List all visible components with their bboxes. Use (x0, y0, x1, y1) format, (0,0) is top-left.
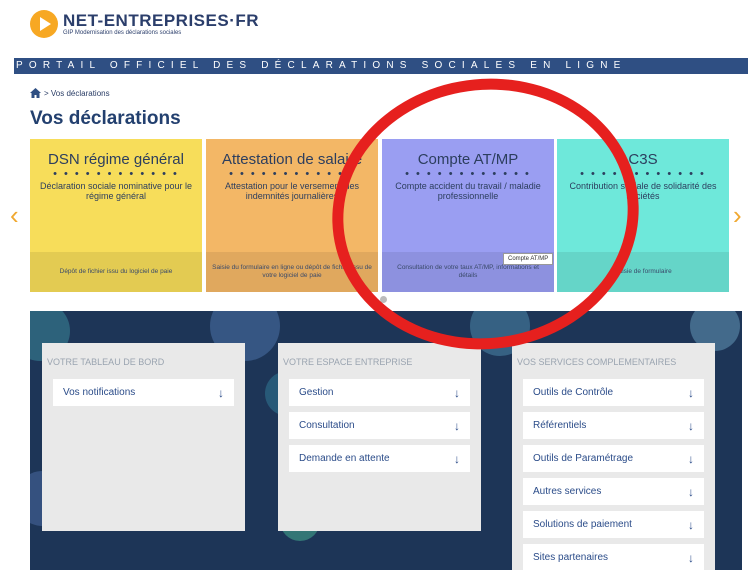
arrow-down-icon: ↓ (688, 385, 694, 400)
tile-dots: • • • • • • • • • • • • (405, 168, 531, 180)
site-logo[interactable]: NET-ENTREPRISES·FR GIP Modernisation des… (30, 10, 259, 38)
button-label: Consultation (299, 420, 355, 431)
arrow-down-icon: ↓ (688, 418, 694, 433)
logo-play-icon (30, 10, 58, 38)
parametrage-tools-button[interactable]: Outils de Paramétrage ↓ (523, 445, 704, 472)
panel-title: VOS SERVICES COMPLEMENTAIRES (517, 357, 677, 367)
tile-footer: Dépôt de fichier issu du logiciel de pai… (30, 252, 202, 292)
tile-title: Attestation de salaire (221, 151, 363, 168)
declaration-tile[interactable]: Compte AT/MP • • • • • • • • • • • • Compt… (382, 139, 554, 292)
tooltip: Compte AT/MP (503, 253, 554, 265)
arrow-down-icon: ↓ (454, 451, 460, 466)
panel-dashboard: VOTRE TABLEAU DE BORD Vos notifications … (42, 343, 245, 531)
arrow-down-icon: ↓ (688, 451, 694, 466)
logo-subtitle: GIP Modernisation des déclarations socia… (63, 29, 182, 36)
button-label: Gestion (299, 387, 334, 398)
tile-footer: Saisie de formulaire (557, 252, 729, 292)
tile-description: Déclaration sociale nominative pour le r… (39, 181, 193, 201)
dashboard-area: VOTRE TABLEAU DE BORD Vos notifications … (30, 311, 742, 570)
notifications-button[interactable]: Vos notifications ↓ (53, 379, 234, 406)
arrow-down-icon: ↓ (454, 418, 460, 433)
tile-description: Contribution sociale de solidarité des s… (569, 181, 717, 201)
tile-title: Compte AT/MP (417, 151, 519, 168)
tile-title: C3S (628, 151, 658, 168)
tile-dots: • • • • • • • • • • • • (580, 168, 706, 180)
tile-dots: • • • • • • • • • • • • (229, 168, 355, 180)
panel-entreprise: VOTRE ESPACE ENTREPRISE Gestion ↓ Consul… (278, 343, 481, 531)
gestion-button[interactable]: Gestion ↓ (289, 379, 470, 406)
carousel-dot[interactable] (366, 296, 373, 303)
declaration-tile[interactable]: Attestation de salaire • • • • • • • • • … (206, 139, 378, 292)
arrow-down-icon: ↓ (454, 385, 460, 400)
breadcrumb-text[interactable]: > Vos déclarations (44, 89, 110, 98)
page-title: Vos déclarations (30, 108, 181, 129)
carousel-indicators (366, 296, 394, 303)
carousel-dot[interactable] (380, 296, 387, 303)
button-label: Solutions de paiement (533, 519, 632, 530)
button-label: Vos notifications (63, 387, 136, 398)
portal-banner: PORTAIL OFFICIEL DES DÉCLARATIONS SOCIAL… (14, 58, 748, 74)
button-label: Autres services (533, 486, 602, 497)
logo-name: NET-ENTREPRISES·FR (63, 10, 260, 30)
panel-title: VOTRE TABLEAU DE BORD (47, 357, 165, 367)
tile-title: DSN régime général (48, 151, 184, 168)
button-label: Outils de Paramétrage (533, 453, 634, 464)
home-icon[interactable] (30, 88, 41, 98)
partner-sites-button[interactable]: Sites partenaires ↓ (523, 544, 704, 570)
button-label: Outils de Contrôle (533, 387, 614, 398)
tile-footer: Saisie du formulaire en ligne ou dépôt d… (206, 252, 378, 292)
button-label: Demande en attente (299, 453, 390, 464)
chevron-right-icon[interactable]: › (733, 200, 742, 231)
arrow-down-icon: ↓ (688, 550, 694, 565)
controle-tools-button[interactable]: Outils de Contrôle ↓ (523, 379, 704, 406)
referentiels-button[interactable]: Référentiels ↓ (523, 412, 704, 439)
payment-solutions-button[interactable]: Solutions de paiement ↓ (523, 511, 704, 538)
consultation-button[interactable]: Consultation ↓ (289, 412, 470, 439)
tile-description: Attestation pour le versement des indemn… (224, 181, 360, 201)
other-services-button[interactable]: Autres services ↓ (523, 478, 704, 505)
arrow-down-icon: ↓ (688, 484, 694, 499)
tile-description: Compte accident du travail / maladie pro… (395, 181, 541, 201)
panel-services: VOS SERVICES COMPLEMENTAIRES Outils de C… (512, 343, 715, 570)
tile-dots: • • • • • • • • • • • • (53, 168, 179, 180)
arrow-down-icon: ↓ (218, 385, 224, 400)
panel-title: VOTRE ESPACE ENTREPRISE (283, 357, 413, 367)
arrow-down-icon: ↓ (688, 517, 694, 532)
button-label: Référentiels (533, 420, 587, 431)
declaration-tile[interactable]: DSN régime général • • • • • • • • • • • … (30, 139, 202, 292)
chevron-left-icon[interactable]: ‹ (10, 200, 19, 231)
button-label: Sites partenaires (533, 552, 609, 563)
breadcrumb: > Vos déclarations (30, 88, 110, 98)
pending-request-button[interactable]: Demande en attente ↓ (289, 445, 470, 472)
declaration-tile[interactable]: C3S • • • • • • • • • • • • Contribution s… (557, 139, 729, 292)
